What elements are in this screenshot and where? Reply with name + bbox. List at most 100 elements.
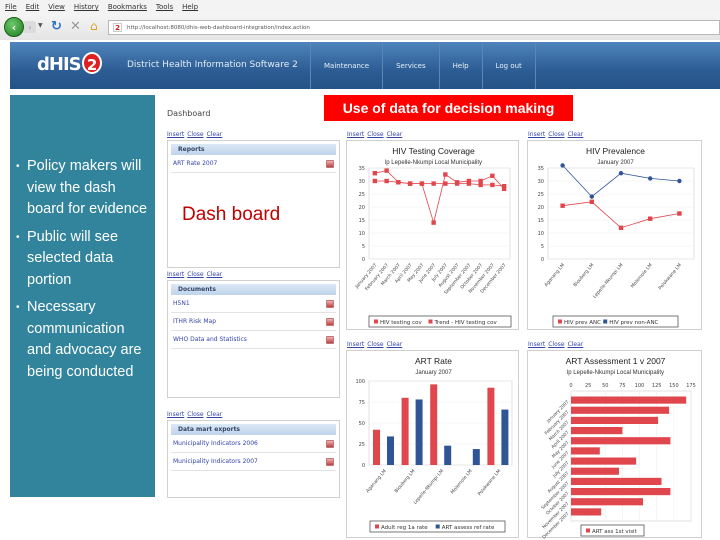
insert-link[interactable]: Insert <box>528 341 545 348</box>
home-icon[interactable]: ⌂ <box>90 19 98 33</box>
clear-link[interactable]: Clear <box>207 131 223 138</box>
menu-view[interactable]: View <box>48 3 65 11</box>
clear-link[interactable]: Clear <box>568 131 584 138</box>
menu-history[interactable]: History <box>74 3 99 11</box>
list-item[interactable]: WHO Data and Statistics <box>171 331 336 349</box>
close-link[interactable]: Close <box>187 271 203 278</box>
remove-icon[interactable] <box>326 439 334 448</box>
bar <box>444 445 452 465</box>
chart-hiv-prevalence: HIV Prevalence January 2007 0 5 10 15 20 25 30 35… <box>527 140 702 330</box>
close-link[interactable]: Close <box>367 131 383 138</box>
arrow-left-icon: ‹ <box>11 20 17 34</box>
slide-banner: Use of data for decision making <box>324 95 573 121</box>
list-item[interactable]: ITHR Risk Map <box>171 313 336 331</box>
nav-maintenance[interactable]: Maintenance <box>310 42 382 89</box>
stop-icon[interactable]: ✕ <box>70 19 81 34</box>
data-point <box>419 181 425 186</box>
datamart-widget: Data mart exports Municipality Indicator… <box>167 420 340 498</box>
close-link[interactable]: Close <box>187 411 203 418</box>
nav-services[interactable]: Services <box>382 42 439 89</box>
close-link[interactable]: Close <box>187 131 203 138</box>
dhis2-logo: dHIS 2 <box>37 52 102 75</box>
data-point <box>396 180 401 185</box>
page-title: Dashboard <box>167 109 211 118</box>
clear-link[interactable]: Clear <box>387 341 403 348</box>
x-tick-label: Lepelle-Nkumpi LM <box>592 262 625 299</box>
item-label[interactable]: ITHR Risk Map <box>173 318 216 325</box>
y-tick-label: 25 <box>359 192 365 198</box>
close-link[interactable]: Close <box>548 341 564 348</box>
x-tick-label: Aganang LM <box>543 262 566 288</box>
bar <box>401 397 409 465</box>
close-link[interactable]: Close <box>548 131 564 138</box>
clear-link[interactable]: Clear <box>207 271 223 278</box>
remove-icon[interactable] <box>326 317 334 326</box>
x-tick-label: 125 <box>652 383 662 389</box>
data-point <box>384 168 389 173</box>
bar <box>571 427 623 435</box>
chart-title: HIV Prevalence <box>586 146 645 156</box>
clear-link[interactable]: Clear <box>568 341 584 348</box>
list-item[interactable]: Municipality Indicators 2006 <box>171 435 336 453</box>
insert-link[interactable]: Insert <box>167 131 184 138</box>
remove-icon[interactable] <box>326 335 334 344</box>
y-tick-label: 35 <box>359 166 365 172</box>
widget-links: Insert Close Clear <box>528 341 583 348</box>
chart-art-assessment: ART Assessment 1 v 2007 lp Lepelle-Nkumpi… <box>527 350 702 539</box>
remove-icon[interactable] <box>326 457 334 466</box>
back-button[interactable]: ‹ <box>4 17 24 37</box>
url-bar[interactable]: 2 http://localhost:8080/dhis-web-dashboa… <box>108 20 720 35</box>
y-tick-label: 20 <box>538 205 544 211</box>
legend-swatch <box>558 319 562 324</box>
menu-bookmarks[interactable]: Bookmarks <box>108 3 147 11</box>
x-tick-label: 175 <box>686 383 696 389</box>
close-link[interactable]: Close <box>367 341 383 348</box>
data-point <box>431 220 436 225</box>
y-tick-label: 15 <box>359 218 365 224</box>
list-item[interactable]: H5N1 <box>171 295 336 313</box>
bar <box>487 387 495 465</box>
list-item[interactable]: ART Rate 2007 <box>171 155 336 173</box>
insert-link[interactable]: Insert <box>347 341 364 348</box>
remove-icon[interactable] <box>326 159 334 168</box>
legend-swatch <box>586 528 590 533</box>
item-label[interactable]: H5N1 <box>173 300 190 307</box>
data-point <box>454 181 460 186</box>
remove-icon[interactable] <box>326 299 334 308</box>
history-dropdown-button[interactable]: ▼ <box>38 22 43 29</box>
item-label[interactable]: ART Rate 2007 <box>173 160 217 167</box>
forward-button[interactable]: › <box>24 21 36 33</box>
item-label[interactable]: Municipality Indicators 2007 <box>173 458 258 465</box>
data-point <box>560 163 565 168</box>
legend-swatch <box>435 524 440 529</box>
menu-help[interactable]: Help <box>182 3 198 11</box>
data-point <box>384 178 389 184</box>
insert-link[interactable]: Insert <box>167 271 184 278</box>
widget-links: Insert Close Clear <box>167 411 222 418</box>
legend-label: Adult reg 1a rate <box>381 525 428 531</box>
reload-icon[interactable]: ↻ <box>51 19 62 34</box>
reports-header: Reports <box>171 144 336 155</box>
data-point <box>466 181 472 186</box>
insert-link[interactable]: Insert <box>347 131 364 138</box>
nav-help[interactable]: Help <box>438 42 482 89</box>
menu-edit[interactable]: Edit <box>26 3 40 11</box>
bar <box>387 436 394 465</box>
series-line <box>562 201 680 229</box>
menu-tools[interactable]: Tools <box>156 3 173 11</box>
bar <box>571 488 671 496</box>
data-point <box>372 171 378 176</box>
item-label[interactable]: Municipality Indicators 2006 <box>173 440 258 447</box>
nav-logout[interactable]: Log out <box>481 42 536 89</box>
x-tick-label: 25 <box>585 383 591 389</box>
item-label[interactable]: WHO Data and Statistics <box>173 336 247 343</box>
clear-link[interactable]: Clear <box>207 411 223 418</box>
menu-file[interactable]: File <box>5 3 17 11</box>
clear-link[interactable]: Clear <box>387 131 403 138</box>
insert-link[interactable]: Insert <box>167 411 184 418</box>
insert-link[interactable]: Insert <box>528 131 545 138</box>
x-tick-label: Polokwane LM <box>657 262 682 291</box>
bar <box>415 399 423 465</box>
bar <box>571 406 670 414</box>
list-item[interactable]: Municipality Indicators 2007 <box>171 453 336 471</box>
